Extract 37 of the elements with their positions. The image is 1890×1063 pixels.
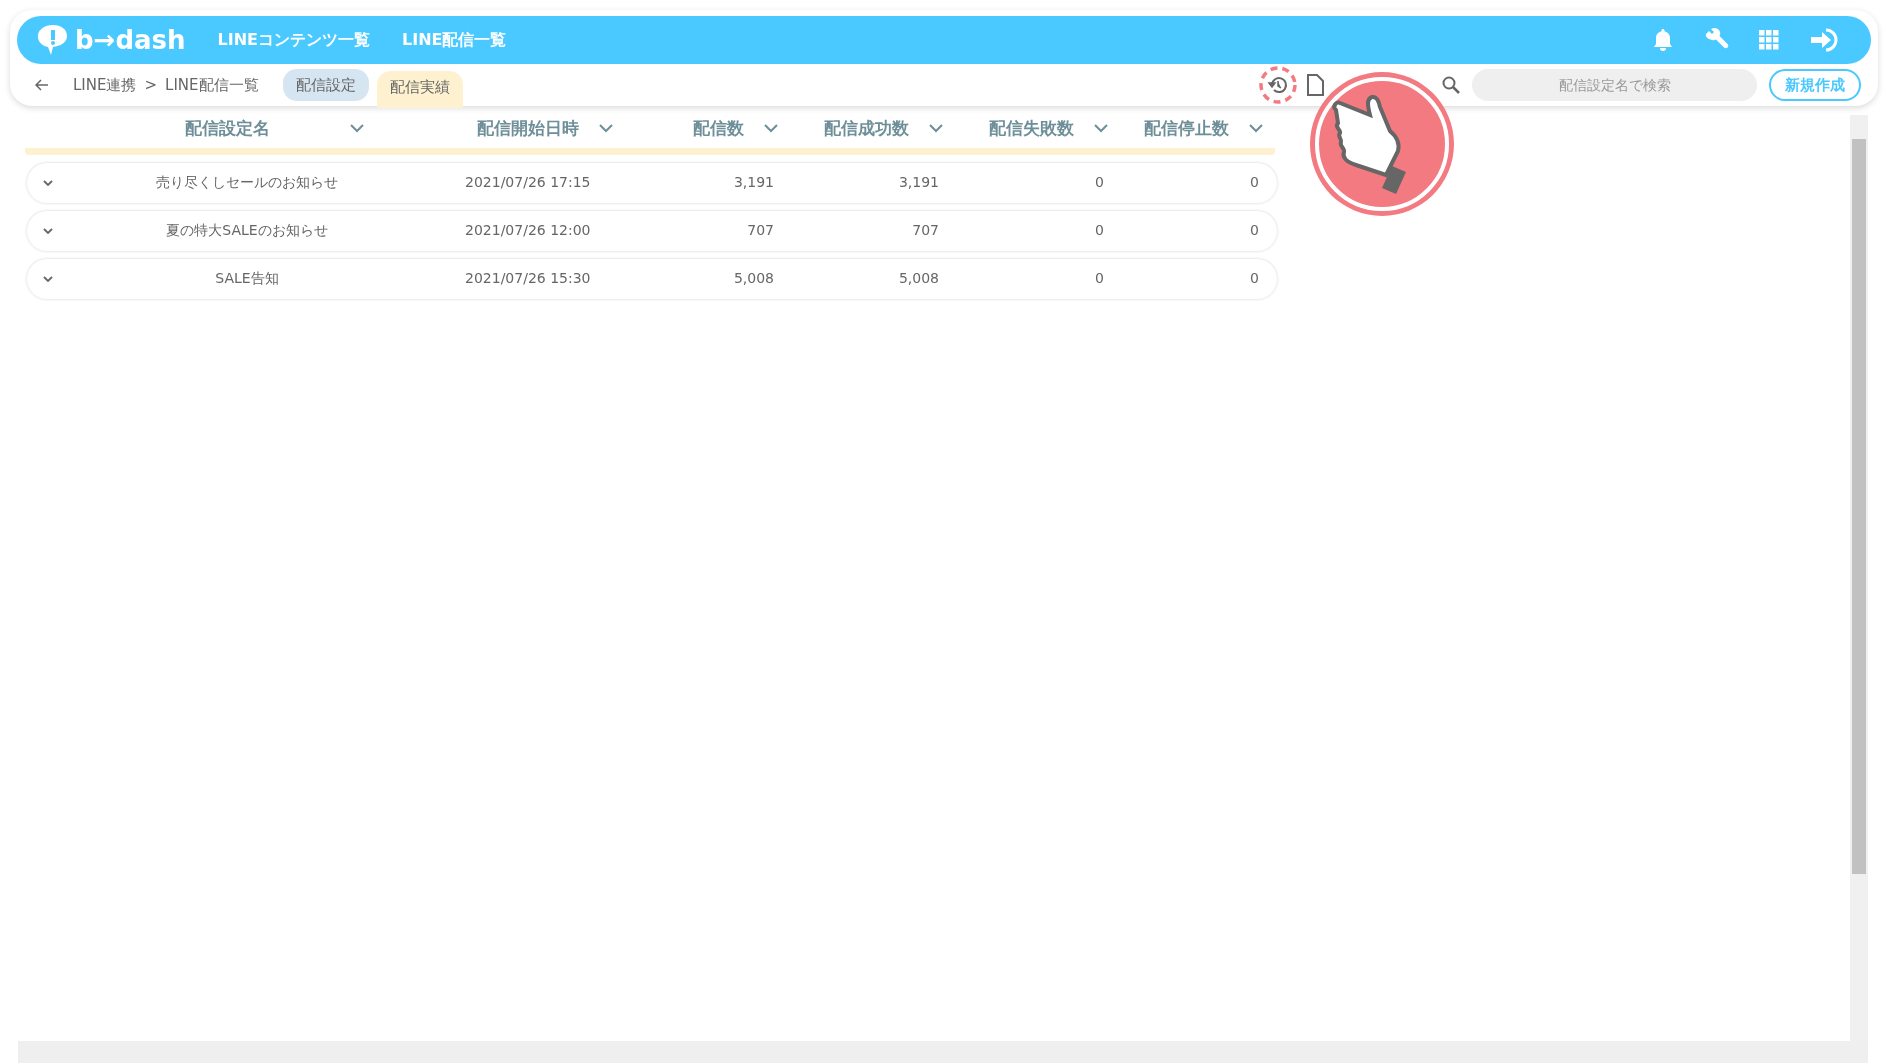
table-cell: 3,191 bbox=[898, 174, 939, 190]
search-field[interactable]: 配信設定名で検索 bbox=[1472, 69, 1757, 101]
table-cell: SALE告知 bbox=[215, 270, 279, 286]
column-header[interactable]: 配信停止数 bbox=[1144, 116, 1229, 142]
table-cell: 2021/07/26 12:00 bbox=[465, 222, 591, 238]
table-cell: 2021/07/26 15:30 bbox=[465, 270, 591, 286]
table-cell: 707 bbox=[747, 222, 774, 238]
table-row[interactable]: 夏の特大SALEのお知らせ 2021/07/26 12:00 707 707 0 0 bbox=[27, 210, 1277, 251]
table-cell: 0 bbox=[1095, 270, 1104, 286]
table-cell: 0 bbox=[1250, 174, 1259, 190]
breadcrumb-item[interactable]: LINE連携 bbox=[73, 73, 137, 97]
table-cell: 5,008 bbox=[898, 270, 939, 286]
table-cell: 707 bbox=[912, 222, 939, 238]
table-row[interactable]: 売り尽くしセールのお知らせ 2021/07/26 17:15 3,191 3,191 0 0 bbox=[27, 162, 1277, 203]
table-cell: 0 bbox=[1095, 222, 1104, 238]
table-cell: 0 bbox=[1250, 222, 1259, 238]
tab[interactable]: 配信実績 bbox=[376, 70, 463, 109]
table-cell: 0 bbox=[1250, 270, 1259, 286]
new-button[interactable]: 新規作成 bbox=[1769, 68, 1861, 102]
table-cell: 3,191 bbox=[733, 174, 774, 190]
tab[interactable]: 配信設定 bbox=[282, 68, 369, 102]
table-cell: 5,008 bbox=[733, 270, 774, 286]
breadcrumb-item[interactable]: LINE配信一覧 bbox=[165, 73, 259, 97]
nav-link[interactable]: LINEコンテンツ一覧 bbox=[217, 28, 370, 52]
table-cell: 2021/07/26 17:15 bbox=[465, 174, 591, 190]
nav-link[interactable]: LINE配信一覧 bbox=[402, 28, 507, 52]
table-row[interactable]: SALE告知 2021/07/26 15:30 5,008 5,008 0 0 bbox=[27, 258, 1277, 299]
table-cell: 0 bbox=[1095, 174, 1104, 190]
logo-text[interactable]: b→dash bbox=[75, 20, 186, 60]
column-header[interactable]: 配信数 bbox=[693, 116, 744, 142]
column-header[interactable]: 配信開始日時 bbox=[477, 116, 579, 142]
table-cell: 売り尽くしセールのお知らせ bbox=[156, 174, 338, 190]
column-header[interactable]: 配信失敗数 bbox=[989, 116, 1074, 142]
column-header[interactable]: 配信成功数 bbox=[824, 116, 909, 142]
column-header[interactable]: 配信設定名 bbox=[184, 116, 270, 142]
table-cell: 夏の特大SALEのお知らせ bbox=[166, 222, 328, 238]
breadcrumb-separator: > bbox=[144, 74, 158, 96]
